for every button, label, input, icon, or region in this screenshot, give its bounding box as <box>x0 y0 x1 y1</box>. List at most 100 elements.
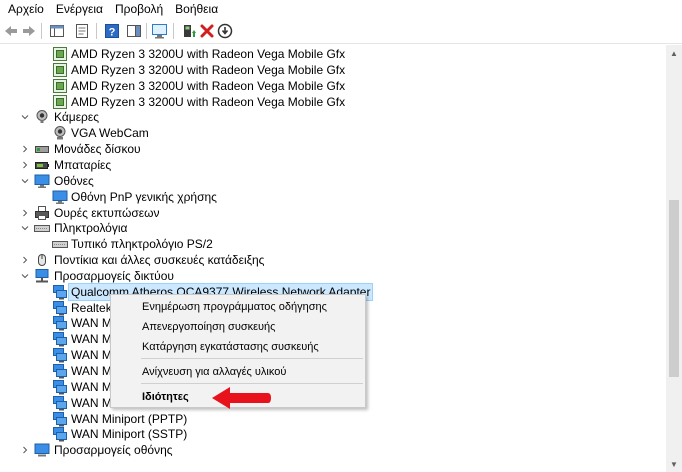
tree-device[interactable]: AMD Ryzen 3 3200U with Radeon Vega Mobil… <box>0 62 666 78</box>
properties-toolbar-button[interactable] <box>73 22 91 40</box>
tree-item-label: WAN Mi <box>71 348 115 362</box>
expanded-chevron-icon[interactable] <box>20 268 30 284</box>
help-button[interactable]: ? <box>103 22 121 40</box>
tree-device[interactable]: AMD Ryzen 3 3200U with Radeon Vega Mobil… <box>0 46 666 62</box>
menu-separator <box>141 358 363 359</box>
expanded-chevron-icon[interactable] <box>20 109 30 125</box>
remove-x-icon <box>200 24 214 38</box>
printer-icon <box>34 205 50 221</box>
network-adapter-icon <box>52 395 68 411</box>
update-driver-icon <box>184 25 196 37</box>
network-adapter-icon <box>52 300 68 316</box>
vertical-scrollbar[interactable]: ▲ ▼ <box>666 45 682 472</box>
tree-device[interactable]: WAN Miniport (SSTP) <box>0 426 666 442</box>
collapsed-chevron-icon[interactable] <box>20 252 30 268</box>
forward-button[interactable] <box>20 22 38 40</box>
toolbar-separator <box>173 23 174 39</box>
toolbar: ? <box>0 18 682 44</box>
scan-hardware-toolbar-button[interactable] <box>151 22 169 40</box>
tree-device[interactable]: VGA WebCam <box>0 125 666 141</box>
tree-item-label: WAN Mi <box>71 380 115 394</box>
tree-device[interactable]: AMD Ryzen 3 3200U with Radeon Vega Mobil… <box>0 94 666 110</box>
tree-category[interactable]: Προσαρμογείς οθόνης <box>0 442 666 458</box>
menu-bar: Αρχείο Ενέργεια Προβολή Βοήθεια <box>0 0 682 18</box>
update-driver-toolbar-button[interactable] <box>180 22 198 40</box>
toolbar-separator <box>146 23 147 39</box>
menu-action[interactable]: Ενέργεια <box>50 0 109 18</box>
collapsed-chevron-icon[interactable] <box>20 205 30 221</box>
network-adapter-icon <box>52 315 68 331</box>
network-adapter-icon <box>52 331 68 347</box>
tree-device[interactable]: Οθόνη PnP γενικής χρήσης <box>0 189 666 205</box>
processor-icon <box>52 62 68 78</box>
network-adapter-icon <box>52 426 68 442</box>
scroll-up-icon[interactable]: ▲ <box>666 45 682 61</box>
tree-category[interactable]: Κάμερες <box>0 109 666 125</box>
svg-text:?: ? <box>109 27 116 39</box>
disable-down-arrow-icon <box>217 23 233 39</box>
tree-item-label: Πληκτρολόγια <box>54 221 128 235</box>
disable-device-toolbar-button[interactable] <box>216 22 234 40</box>
tree-category[interactable]: Προσαρμογείς δικτύου <box>0 268 666 284</box>
menu-update-driver[interactable]: Ενημέρωση προγράμματος οδήγησης <box>142 300 327 314</box>
back-button[interactable] <box>2 22 20 40</box>
mouse-icon <box>34 252 50 268</box>
tree-item-label: AMD Ryzen 3 3200U with Radeon Vega Mobil… <box>71 63 346 77</box>
network-adapter-icon <box>52 379 68 395</box>
menu-uninstall-device[interactable]: Κατάργηση εγκατάστασης συσκευής <box>142 340 319 354</box>
tree-category[interactable]: Οθόνες <box>0 173 666 189</box>
tree-item-label: WAN Mi <box>71 364 115 378</box>
tree-device[interactable]: AMD Ryzen 3 3200U with Radeon Vega Mobil… <box>0 78 666 94</box>
tree-device[interactable]: WAN Miniport (PPTP) <box>0 411 666 427</box>
tree-item-label: Οθόνη PnP γενικής χρήσης <box>71 190 217 204</box>
tree-item-label: AMD Ryzen 3 3200U with Radeon Vega Mobil… <box>71 47 346 61</box>
tree-category[interactable]: Πληκτρολόγια <box>0 220 666 236</box>
uninstall-device-toolbar-button[interactable] <box>198 22 216 40</box>
console-tree-icon <box>50 25 64 37</box>
collapsed-chevron-icon[interactable] <box>20 141 30 157</box>
camera-icon <box>34 109 50 125</box>
processor-icon <box>52 78 68 94</box>
menu-properties[interactable]: Ιδιότητες <box>142 390 189 404</box>
help-icon: ? <box>105 24 119 39</box>
menu-scan-hardware[interactable]: Ανίχνευση για αλλαγές υλικού <box>142 365 286 379</box>
expanded-chevron-icon[interactable] <box>20 220 30 236</box>
scrollbar-thumb[interactable] <box>669 200 679 377</box>
processor-icon <box>52 46 68 62</box>
tree-category[interactable]: Ουρές εκτυπώσεων <box>0 205 666 221</box>
tree-item-label: WAN Mi <box>71 396 115 410</box>
collapsed-chevron-icon[interactable] <box>20 157 30 173</box>
red-pointer-arrow-icon <box>212 387 271 409</box>
action-pane-icon <box>127 25 141 37</box>
action-pane-button[interactable] <box>125 22 143 40</box>
tree-device[interactable]: Τυπικό πληκτρολόγιο PS/2 <box>0 236 666 252</box>
tree-category[interactable]: Μονάδες δίσκου <box>0 141 666 157</box>
back-arrow-icon <box>5 26 17 36</box>
tree-item-label: Μπαταρίες <box>54 158 112 172</box>
network-icon <box>34 268 50 284</box>
expanded-chevron-icon[interactable] <box>20 173 30 189</box>
toolbar-separator <box>96 23 97 39</box>
tree-item-label: VGA WebCam <box>71 126 149 140</box>
menu-separator <box>141 383 363 384</box>
network-adapter-icon <box>52 411 68 427</box>
monitor-icon <box>52 189 68 205</box>
scroll-down-icon[interactable]: ▼ <box>666 456 682 472</box>
display-adapter-icon <box>34 442 50 458</box>
tree-item-label: WAN Miniport (SSTP) <box>71 427 188 441</box>
tree-category[interactable]: Μπαταρίες <box>0 157 666 173</box>
disk-drive-icon <box>34 141 50 157</box>
collapsed-chevron-icon[interactable] <box>20 442 30 458</box>
menu-view[interactable]: Προβολή <box>109 0 169 18</box>
monitor-icon <box>34 173 50 189</box>
menu-file[interactable]: Αρχείο <box>2 0 50 18</box>
menu-disable-device[interactable]: Απενεργοποίηση συσκευής <box>142 320 275 334</box>
menu-help[interactable]: Βοήθεια <box>169 0 224 18</box>
tree-category[interactable]: Ποντίκια και άλλες συσκευές κατάδειξης <box>0 252 666 268</box>
keyboard-icon <box>52 236 68 252</box>
tree-item-label: AMD Ryzen 3 3200U with Radeon Vega Mobil… <box>71 95 346 109</box>
tree-item-label: WAN Mi <box>71 316 115 330</box>
show-hide-console-tree-button[interactable] <box>48 22 66 40</box>
forward-arrow-icon <box>23 26 35 36</box>
webcam-icon <box>52 125 68 141</box>
